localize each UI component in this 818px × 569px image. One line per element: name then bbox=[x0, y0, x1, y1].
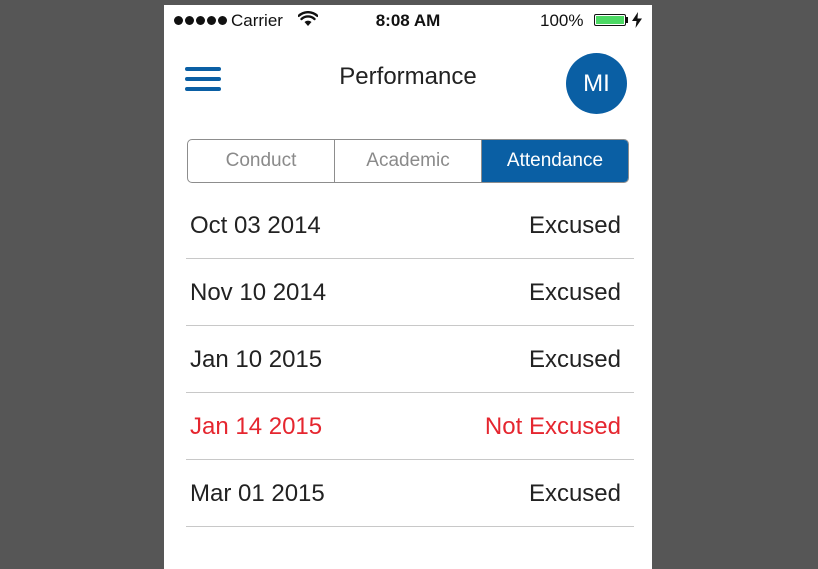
attendance-date: Jan 14 2015 bbox=[190, 413, 323, 440]
attendance-list: Oct 03 2014 Excused Nov 10 2014 Excused … bbox=[186, 192, 634, 527]
attendance-status: Excused bbox=[528, 212, 621, 239]
attendance-status: Not Excused bbox=[484, 413, 621, 440]
tab-academic[interactable]: Academic bbox=[334, 140, 481, 182]
battery-nub bbox=[626, 17, 628, 23]
attendance-date: Nov 10 2014 bbox=[190, 279, 327, 306]
list-item[interactable]: Mar 01 2015 Excused bbox=[186, 460, 634, 527]
tab-conduct[interactable]: Conduct bbox=[188, 140, 334, 182]
phone-screen: Carrier 8:08 AM 100% Performance MI Cond… bbox=[164, 5, 652, 569]
attendance-status: Excused bbox=[528, 480, 621, 507]
avatar[interactable]: MI bbox=[566, 53, 627, 114]
battery-percent: 100% bbox=[540, 11, 584, 30]
attendance-status: Excused bbox=[528, 279, 621, 306]
list-item[interactable]: Nov 10 2014 Excused bbox=[186, 259, 634, 326]
segmented-control: Conduct Academic Attendance bbox=[187, 139, 629, 183]
tab-attendance[interactable]: Attendance bbox=[481, 140, 628, 182]
charging-bolt-icon bbox=[632, 12, 642, 28]
list-item[interactable]: Jan 14 2015 Not Excused bbox=[186, 393, 634, 460]
attendance-date: Jan 10 2015 bbox=[190, 346, 323, 373]
status-bar: Carrier 8:08 AM 100% bbox=[164, 5, 652, 37]
list-item[interactable]: Jan 10 2015 Excused bbox=[186, 326, 634, 393]
attendance-date: Mar 01 2015 bbox=[190, 480, 325, 507]
list-item[interactable]: Oct 03 2014 Excused bbox=[186, 192, 634, 259]
attendance-date: Oct 03 2014 bbox=[190, 212, 321, 239]
attendance-status: Excused bbox=[528, 346, 621, 373]
battery-icon bbox=[594, 14, 626, 26]
